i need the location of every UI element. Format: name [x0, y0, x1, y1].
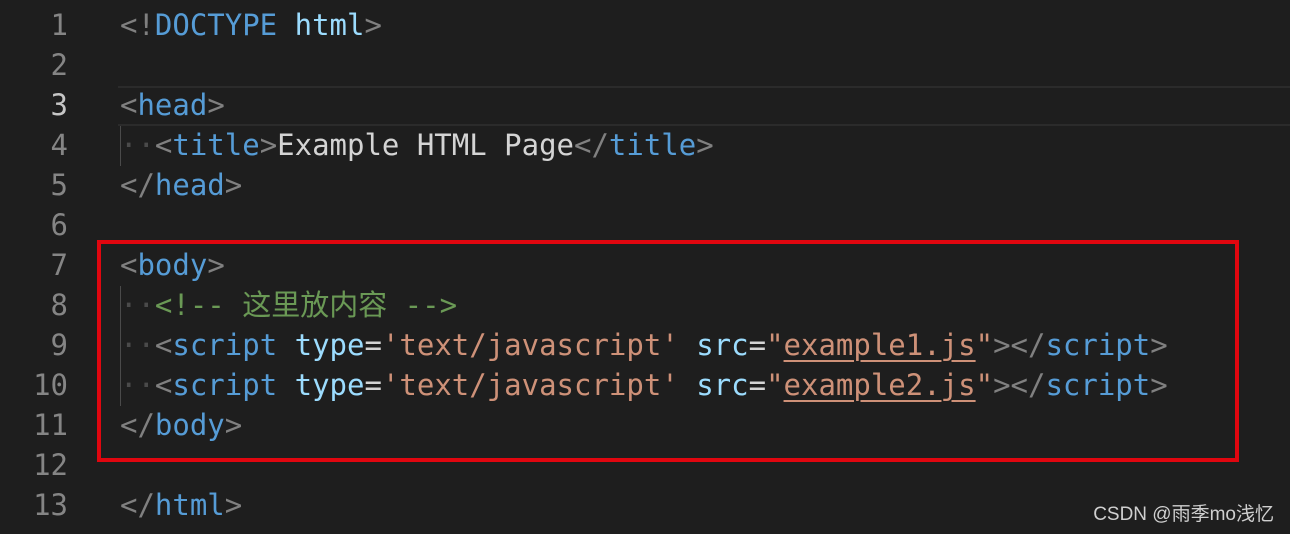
- code-token: ": [975, 368, 994, 402]
- code-token: body: [154, 408, 225, 442]
- code-line[interactable]: 6: [0, 205, 1290, 245]
- line-code[interactable]: <!DOCTYPE html>: [120, 5, 382, 45]
- line-number: 6: [50, 208, 68, 242]
- code-token: 'text/javascript': [381, 328, 679, 362]
- code-token: <: [120, 248, 138, 282]
- code-token: >: [364, 8, 382, 42]
- line-code[interactable]: </head>: [120, 165, 242, 205]
- code-token: ": [766, 368, 784, 402]
- line-number: 5: [50, 168, 68, 202]
- line-number: 1: [50, 8, 68, 42]
- code-token: >: [224, 488, 243, 522]
- code-line[interactable]: 11 </body>: [0, 405, 1290, 445]
- code-token: 'text/javascript': [381, 368, 679, 402]
- code-token: title: [172, 128, 260, 162]
- code-token: </: [120, 408, 155, 442]
- code-token: type: [294, 368, 365, 402]
- code-token: </: [573, 128, 609, 162]
- line-code[interactable]: ··<script type='text/javascript' src="ex…: [120, 365, 1168, 405]
- code-token: script: [1045, 328, 1151, 362]
- code-token: html: [294, 8, 365, 42]
- code-token: =: [364, 368, 382, 402]
- line-number: 9: [50, 328, 68, 362]
- code-line[interactable]: 5 </head>: [0, 165, 1290, 205]
- code-token: =: [748, 368, 767, 402]
- code-editor[interactable]: 1 <!DOCTYPE html> 2 3 <head> 4 ··<title>Exampl…: [0, 0, 1290, 534]
- line-code[interactable]: </body>: [120, 405, 242, 445]
- code-token: ": [975, 328, 994, 362]
- line-code[interactable]: <body>: [120, 245, 225, 285]
- code-token: <!: [120, 8, 155, 42]
- line-number: 12: [33, 448, 68, 482]
- line-number: 11: [33, 408, 68, 442]
- line-code[interactable]: <head>: [120, 85, 225, 125]
- whitespace-marker: ··: [120, 328, 155, 362]
- code-token: src: [696, 368, 749, 402]
- watermark: CSDN @雨季mo浅忆: [1093, 504, 1274, 525]
- code-token: ></: [993, 328, 1046, 362]
- code-token: ": [766, 328, 784, 362]
- code-token: src: [696, 328, 749, 362]
- line-number: 8: [50, 288, 68, 322]
- code-token: script: [1045, 368, 1151, 402]
- code-token: ></: [993, 368, 1046, 402]
- code-token: body: [137, 248, 208, 282]
- code-token: >: [1150, 328, 1168, 362]
- code-token: =: [364, 328, 382, 362]
- code-token: >: [207, 248, 225, 282]
- code-token: <: [154, 328, 173, 362]
- code-token: head: [137, 88, 208, 122]
- code-token: script: [172, 328, 278, 362]
- code-line[interactable]: 12: [0, 445, 1290, 485]
- line-number: 3: [50, 88, 68, 122]
- code-token: script: [172, 368, 278, 402]
- line-code[interactable]: </html>: [120, 485, 242, 525]
- code-token: DOCTYPE: [154, 8, 278, 42]
- code-token: <!-- 这里放内容 -->: [154, 288, 458, 322]
- code-token: example1.js: [783, 328, 976, 362]
- code-token: =: [748, 328, 767, 362]
- line-number: 10: [33, 368, 68, 402]
- code-token: example2.js: [783, 368, 976, 402]
- code-line[interactable]: 7 <body>: [0, 245, 1290, 285]
- line-number: 4: [50, 128, 68, 162]
- whitespace-marker: ··: [120, 368, 155, 402]
- code-token: <: [120, 88, 138, 122]
- code-token: <: [154, 128, 173, 162]
- line-code[interactable]: ··<script type='text/javascript' src="ex…: [120, 325, 1168, 365]
- whitespace-marker: ··: [120, 128, 155, 162]
- code-line[interactable]: 9 ··<script type='text/javascript' src="e…: [0, 325, 1290, 365]
- code-line[interactable]: 1 <!DOCTYPE html>: [0, 5, 1290, 45]
- line-code[interactable]: ··<!-- 这里放内容 -->: [120, 285, 457, 325]
- code-token: </: [120, 168, 155, 202]
- line-number: 7: [50, 248, 68, 282]
- code-token: >: [207, 88, 225, 122]
- code-token: </: [120, 488, 155, 522]
- code-token: >: [224, 408, 243, 442]
- code-token: type: [294, 328, 365, 362]
- code-token: Example HTML Page: [277, 128, 574, 162]
- code-token: title: [608, 128, 697, 162]
- code-token: >: [696, 128, 714, 162]
- line-number: 13: [33, 488, 68, 522]
- line-code[interactable]: ··<title>Example HTML Page</title>: [120, 125, 714, 165]
- whitespace-marker: ··: [120, 288, 155, 322]
- code-token: >: [224, 168, 243, 202]
- code-line[interactable]: 10 ··<script type='text/javascript' src="…: [0, 365, 1290, 405]
- code-token: >: [259, 128, 278, 162]
- code-token: head: [154, 168, 225, 202]
- code-line[interactable]: 2: [0, 45, 1290, 85]
- code-line[interactable]: 4 ··<title>Example HTML Page</title>: [0, 125, 1290, 165]
- line-number: 2: [50, 48, 68, 82]
- code-token: >: [1150, 368, 1168, 402]
- code-line[interactable]: 8 ··<!-- 这里放内容 -->: [0, 285, 1290, 325]
- code-token: <: [154, 368, 173, 402]
- code-line[interactable]: 3 <head>: [0, 85, 1290, 125]
- code-token: html: [154, 488, 225, 522]
